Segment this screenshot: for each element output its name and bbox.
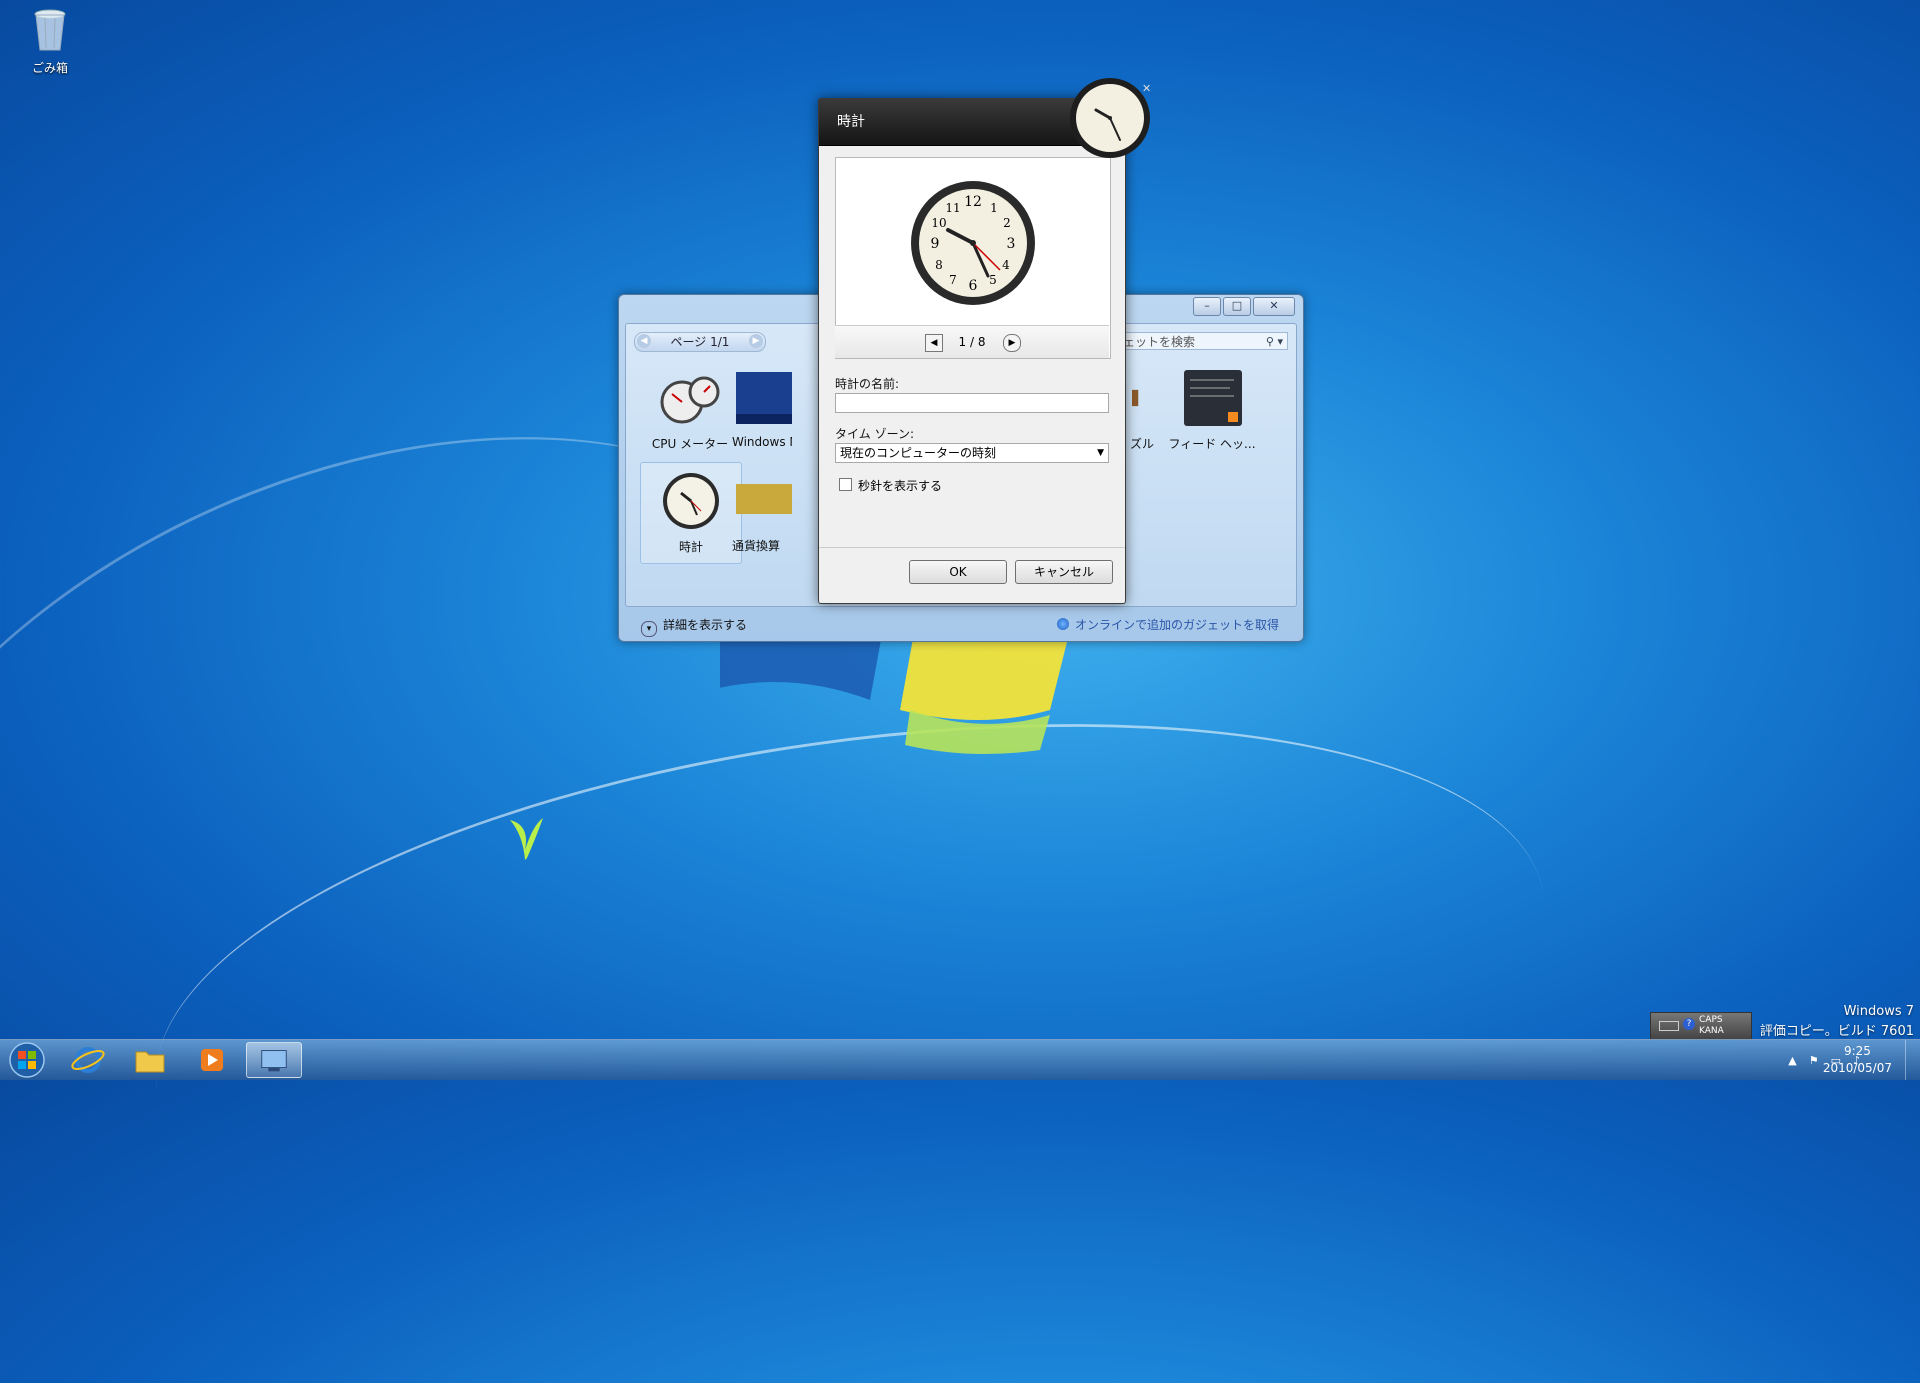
media-center-icon: [736, 372, 792, 424]
svg-text:2: 2: [1003, 216, 1011, 230]
svg-text:4: 4: [1002, 258, 1010, 272]
svg-text:9: 9: [931, 236, 940, 252]
svg-text:11: 11: [945, 201, 960, 215]
minimize-button[interactable]: –: [1193, 297, 1221, 316]
globe-icon: [1056, 618, 1069, 630]
show-details-toggle[interactable]: ▾ 詳細を表示する: [641, 616, 747, 637]
gadget-label: 時計: [678, 540, 703, 554]
svg-text:3: 3: [1007, 236, 1016, 252]
search-icon[interactable]: ⚲ ▾: [1266, 333, 1283, 351]
puzzle-icon: [1132, 389, 1139, 407]
keyboard-icon[interactable]: [1659, 1021, 1679, 1031]
svg-text:5: 5: [989, 273, 997, 287]
feed-headlines-icon: [1184, 370, 1242, 426]
page-navigator: ◀ ページ 1/1 ▶: [634, 332, 766, 352]
next-style-button[interactable]: ▶: [1003, 334, 1021, 352]
caps-indicator: CAPS: [1699, 1015, 1723, 1025]
explorer-folder-icon[interactable]: [122, 1042, 178, 1078]
internet-explorer-icon[interactable]: [60, 1042, 116, 1078]
system-clock[interactable]: 9:25 2010/05/07: [1823, 1043, 1892, 1077]
previous-page-icon[interactable]: ◀: [637, 334, 651, 348]
details-label: 詳細を表示する: [663, 618, 748, 632]
build-watermark: Windows 7 評価コピー。ビルド 7601: [1760, 1002, 1914, 1042]
maximize-button[interactable]: □: [1223, 297, 1251, 316]
gadget-label: ズル: [1129, 437, 1154, 451]
get-more-gadgets-link[interactable]: オンラインで追加のガジェットを取得: [1056, 616, 1279, 633]
kana-indicator: KANA: [1699, 1026, 1724, 1036]
gadget-puzzle[interactable]: ズル: [1126, 360, 1158, 460]
ime-language-bar[interactable]: CAPS KANA ?: [1650, 1012, 1752, 1040]
timezone-label: タイム ゾーン:: [835, 427, 915, 441]
recycle-bin-icon: [34, 9, 66, 51]
timezone-value: 現在のコンピューターの時刻: [840, 446, 997, 460]
gadget-search-input[interactable]: ェットを検索 ⚲ ▾: [1118, 332, 1288, 350]
timezone-select[interactable]: 現在のコンピューターの時刻 ▼: [835, 443, 1109, 463]
action-center-flag-icon[interactable]: ⚑: [1809, 1054, 1819, 1067]
svg-text:12: 12: [964, 194, 982, 210]
clock-time: 9:25: [1843, 1044, 1871, 1058]
show-hidden-icons-icon[interactable]: ▲: [1788, 1054, 1796, 1067]
svg-text:7: 7: [949, 273, 957, 287]
start-orb-icon[interactable]: [2, 1040, 52, 1080]
close-button[interactable]: ✕: [1253, 297, 1295, 316]
preview-navigation: ◀ 1 / 8 ▶: [835, 325, 1109, 358]
cancel-button[interactable]: キャンセル: [1015, 560, 1113, 584]
ok-button[interactable]: OK: [909, 560, 1007, 584]
taskbar: ▲ ⚑ ▭ ♪ 9:25 2010/05/07: [0, 1039, 1920, 1080]
svg-text:6: 6: [969, 278, 978, 294]
previous-style-button[interactable]: ◀: [925, 334, 943, 352]
show-second-hand-checkbox[interactable]: 秒針を表示する: [839, 477, 942, 494]
currency-icon: [736, 484, 792, 514]
recycle-bin-label: ごみ箱: [31, 61, 68, 75]
recycle-bin[interactable]: ごみ箱: [22, 8, 78, 76]
checkbox-box: [839, 478, 852, 491]
clock-date: 2010/05/07: [1822, 1061, 1892, 1075]
dropdown-arrow-icon: ▼: [1097, 448, 1104, 458]
clock-name-input[interactable]: [835, 393, 1109, 413]
media-player-icon[interactable]: [184, 1042, 240, 1078]
svg-text:10: 10: [931, 216, 946, 230]
show-desktop-button[interactable]: [1905, 1040, 1920, 1080]
next-page-icon[interactable]: ▶: [749, 334, 763, 348]
gadget-label: CPU メーター: [651, 437, 729, 451]
online-label: オンラインで追加のガジェットを取得: [1074, 618, 1279, 632]
clock-icon: [663, 473, 719, 529]
page-label: ページ 1/1: [670, 335, 730, 349]
desktop-clock-gadget[interactable]: [1068, 76, 1152, 160]
search-placeholder: ェットを検索: [1123, 335, 1196, 349]
second-hand-label: 秒針を表示する: [858, 479, 943, 493]
svg-text:8: 8: [935, 258, 943, 272]
cpu-meter-icon: [660, 376, 720, 424]
gadget-cpu-meter[interactable]: CPU メーター: [640, 360, 740, 460]
wallpaper-sprout: [510, 818, 543, 860]
gadget-close-icon[interactable]: ✕: [1142, 82, 1151, 95]
clock-name-label: 時計の名前:: [835, 377, 900, 391]
divider: [819, 547, 1125, 548]
gadget-label: 通貨換算: [732, 539, 781, 553]
gadget-clock[interactable]: 時計: [640, 462, 742, 564]
gallery-footer: ▾ 詳細を表示する オンラインで追加のガジェットを取得: [619, 607, 1303, 641]
svg-text:1: 1: [990, 201, 998, 215]
gadgets-icon[interactable]: [246, 1042, 302, 1078]
gadget-currency[interactable]: 通貨換算: [732, 462, 792, 562]
clock-settings-dialog[interactable]: 時計 12 3 6 9 1 2 4 5 7 8 10 11 ◀ 1 / 8 ▶ …: [818, 98, 1126, 604]
chevron-down-icon: ▾: [641, 621, 657, 637]
watermark-line-1: Windows 7: [1843, 1004, 1914, 1019]
page-indicator: 1 / 8: [958, 335, 986, 349]
help-icon[interactable]: ?: [1683, 1018, 1695, 1030]
gadget-label: Windows Me: [732, 435, 792, 449]
gadget-label: フィード ヘッ...: [1168, 437, 1256, 451]
gadget-windows-media-center[interactable]: Windows Me: [732, 360, 792, 460]
gadget-feed-headlines[interactable]: フィード ヘッ...: [1162, 360, 1262, 460]
clock-face-preview: 12 3 6 9 1 2 4 5 7 8 10 11: [911, 181, 1035, 305]
